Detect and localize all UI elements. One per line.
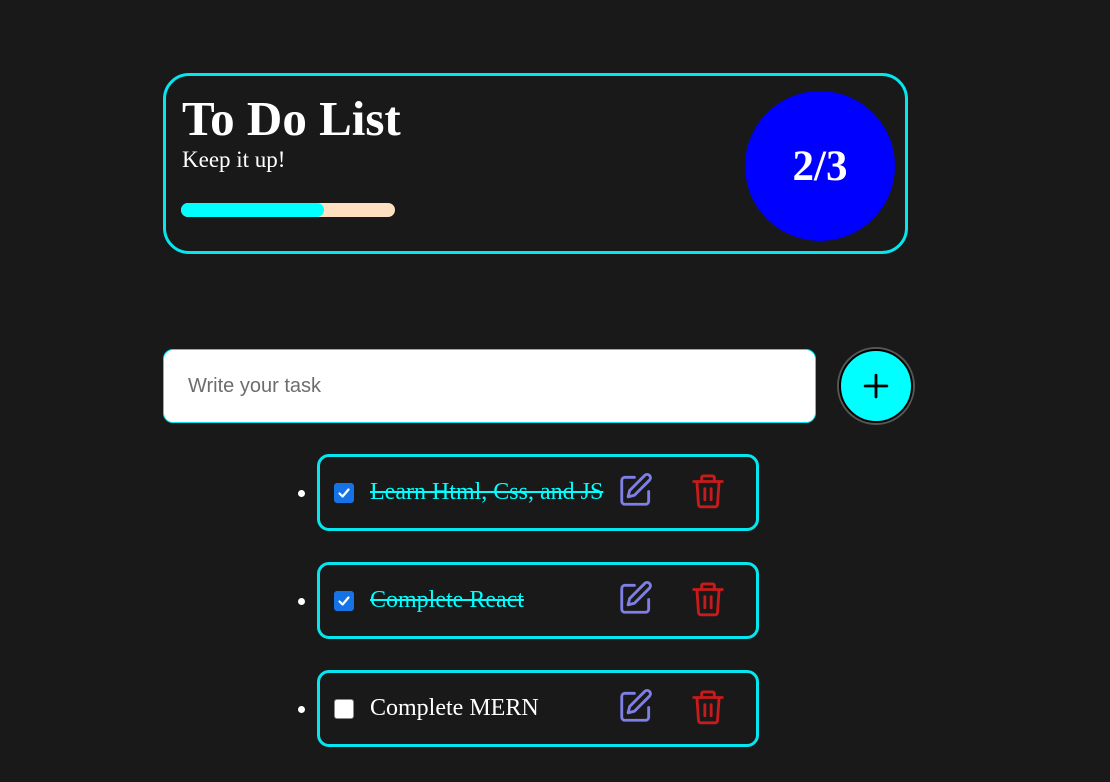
list-bullet — [298, 490, 305, 497]
page-subtitle: Keep it up! — [182, 147, 286, 172]
task-item: Complete MERN — [298, 670, 759, 747]
task-text: Complete React — [370, 587, 524, 613]
edit-icon[interactable] — [617, 687, 655, 725]
trash-icon[interactable] — [689, 687, 727, 727]
list-bullet — [298, 706, 305, 713]
task-text: Learn Html, Css, and JS — [370, 479, 604, 505]
task-checkbox[interactable] — [334, 483, 354, 503]
new-task-form — [163, 349, 915, 425]
task-input[interactable] — [163, 349, 816, 423]
task-checkbox[interactable] — [334, 591, 354, 611]
task-text: Complete MERN — [370, 695, 539, 721]
checkmark-icon — [338, 596, 350, 606]
list-bullet — [298, 598, 305, 605]
progress-bar-fill — [181, 203, 324, 217]
task-count-circle: 2/3 — [745, 91, 895, 241]
stats-card: To Do List Keep it up! 2/3 — [163, 73, 908, 254]
trash-icon[interactable] — [689, 471, 727, 511]
task-checkbox[interactable] — [334, 699, 354, 719]
edit-icon[interactable] — [617, 579, 655, 617]
add-task-button[interactable] — [839, 349, 913, 423]
task-count: 2/3 — [792, 142, 848, 190]
checkmark-icon — [338, 488, 350, 498]
plus-icon — [863, 373, 889, 399]
page-title: To Do List — [182, 91, 401, 146]
progress-bar — [181, 203, 395, 217]
trash-icon[interactable] — [689, 579, 727, 619]
edit-icon[interactable] — [617, 471, 655, 509]
todo-app: To Do List Keep it up! 2/3 Learn Html, C… — [0, 0, 1110, 782]
task-item: Complete React — [298, 562, 759, 639]
task-item: Learn Html, Css, and JS — [298, 454, 759, 531]
